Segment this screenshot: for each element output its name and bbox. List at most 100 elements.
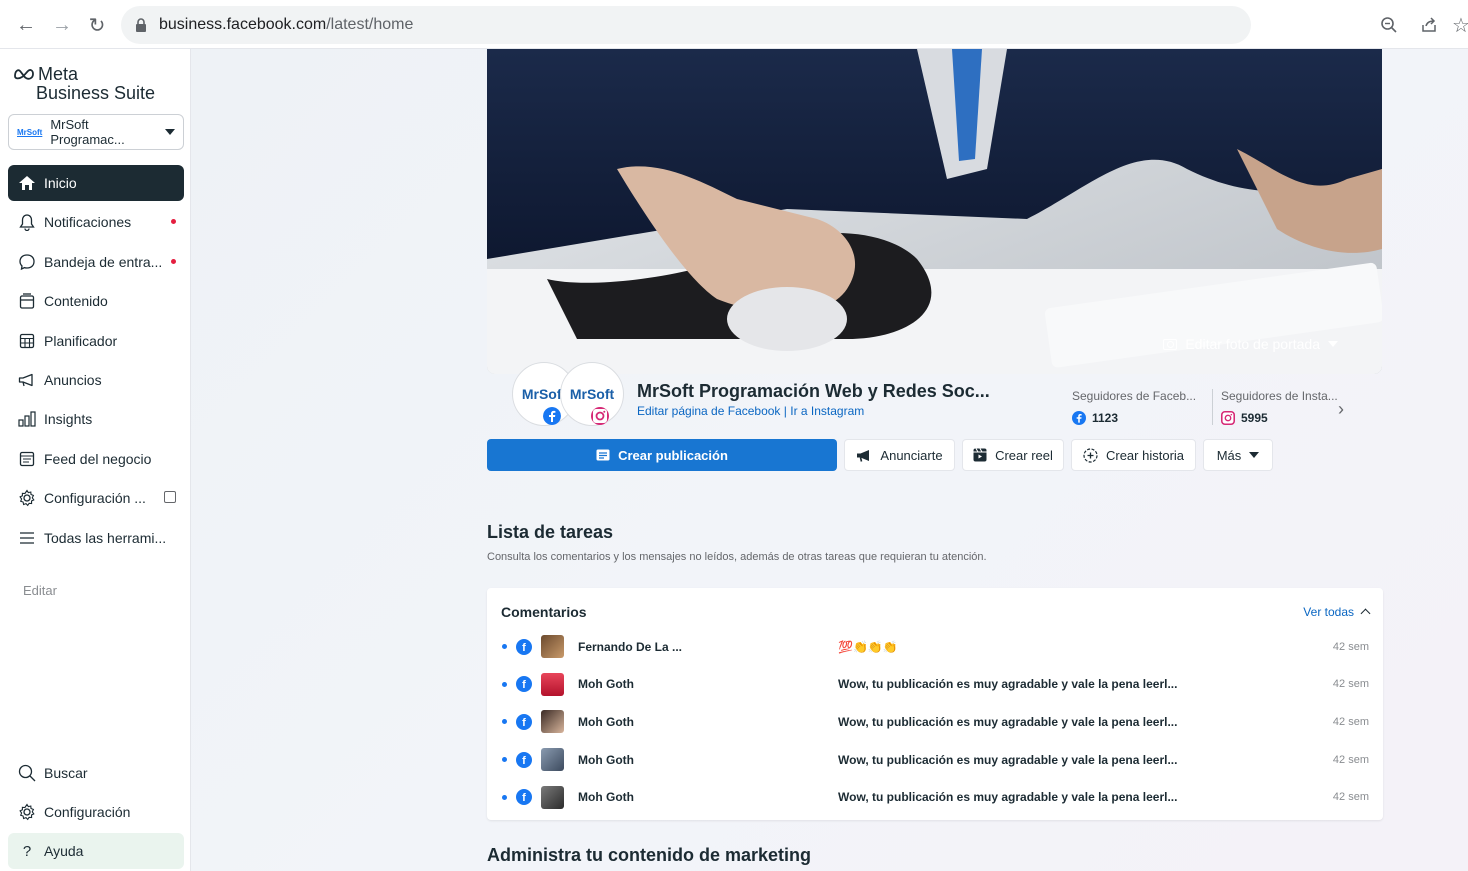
- unread-dot: [171, 258, 176, 264]
- nav-item-todas-herramientas[interactable]: Todas las herrami...: [8, 520, 184, 556]
- button-label: Anunciarte: [880, 447, 943, 463]
- nav-label: Bandeja de entra...: [44, 253, 163, 270]
- help-icon: ?: [22, 842, 32, 860]
- avatar: [541, 710, 564, 734]
- chevron-up-icon: [1360, 608, 1371, 619]
- comment-time: 42 sem: [1332, 753, 1369, 766]
- nav-item-bandeja[interactable]: Bandeja de entra...: [8, 244, 184, 280]
- megaphone-icon: [857, 449, 870, 462]
- reel-icon: [973, 448, 987, 462]
- more-button[interactable]: Más: [1203, 439, 1273, 471]
- nav-label: Configuración ...: [44, 490, 146, 507]
- main-nav: Inicio Notificaciones Bandeja de entra..…: [8, 165, 184, 559]
- unread-dot: [171, 219, 176, 225]
- content-icon: [18, 292, 36, 310]
- share-icon[interactable]: [1412, 8, 1446, 42]
- account-selector[interactable]: MrSoft MrSoft Programac...: [8, 114, 184, 150]
- zoom-icon[interactable]: [1372, 8, 1406, 42]
- create-story-button[interactable]: Crear historia: [1071, 439, 1196, 471]
- comment-row[interactable]: f Fernando De La ... 💯👏👏👏 42 sem: [487, 628, 1383, 666]
- nav-label: Todas las herrami...: [44, 529, 167, 546]
- forward-arrow-icon[interactable]: →: [45, 8, 79, 42]
- comments-title: Comentarios: [501, 604, 587, 620]
- sidebar: Meta Business Suite MrSoft MrSoft Progra…: [0, 49, 191, 871]
- button-label: Crear historia: [1105, 447, 1185, 463]
- unread-dot: [502, 681, 507, 687]
- facebook-icon: f: [516, 713, 532, 730]
- button-label: Crear reel: [995, 447, 1053, 463]
- cover-photo: Editar foto de portada: [487, 49, 1382, 374]
- nav-item-feed[interactable]: Feed del negocio: [8, 441, 184, 477]
- see-all-label: Ver todas: [1303, 605, 1354, 619]
- gear-icon: [18, 489, 36, 507]
- facebook-followers-stat: Seguidores de Faceb... 1123: [1072, 389, 1196, 425]
- megaphone-icon: [18, 371, 36, 389]
- avatar-text: MrSoft: [521, 386, 567, 402]
- go-to-instagram-link[interactable]: Ir a Instagram: [790, 404, 864, 418]
- nav-label: Feed del negocio: [44, 450, 152, 467]
- bottom-nav: Buscar Configuración ? Ayuda: [8, 755, 184, 871]
- comment-text: Wow, tu publicación es muy agradable y v…: [838, 752, 1178, 767]
- chat-bubble-icon: [18, 253, 36, 271]
- nav-label: Inicio: [44, 175, 77, 191]
- nav-item-contenido[interactable]: Contenido: [8, 283, 184, 319]
- create-post-button[interactable]: Crear publicación: [487, 439, 837, 471]
- logo-suite-text: Business Suite: [36, 83, 156, 103]
- create-reel-button[interactable]: Crear reel: [962, 439, 1064, 471]
- nav-item-buscar[interactable]: Buscar: [8, 755, 184, 791]
- unread-dot: [502, 757, 507, 763]
- advertise-button[interactable]: Anunciarte: [844, 439, 955, 471]
- meta-business-suite-logo[interactable]: Meta Business Suite: [13, 65, 155, 103]
- unread-dot: [502, 794, 507, 800]
- facebook-icon: f: [516, 789, 532, 806]
- nav-item-notificaciones[interactable]: Notificaciones: [8, 204, 184, 240]
- comment-author: Moh Goth: [578, 752, 634, 767]
- nav-item-planificador[interactable]: Planificador: [8, 323, 184, 359]
- edit-nav-link[interactable]: Editar: [23, 583, 57, 598]
- nav-label: Insights: [44, 411, 93, 428]
- button-label: Crear publicación: [618, 447, 728, 463]
- bell-icon: [18, 213, 36, 232]
- camera-icon: [1163, 338, 1178, 350]
- comment-time: 42 sem: [1332, 640, 1369, 653]
- stat-label: Seguidores de Insta...: [1221, 389, 1338, 403]
- nav-label: Contenido: [44, 293, 108, 310]
- page-profile-row: MrSoft MrSoft MrSoft Programación Web y …: [487, 363, 1382, 429]
- stat-value: 1123: [1092, 411, 1119, 425]
- main-content: Editar foto de portada MrSoft MrSoft MrS…: [191, 49, 1468, 871]
- instagram-icon: [1221, 411, 1235, 425]
- comment-text: Wow, tu publicación es muy agradable y v…: [838, 677, 1178, 692]
- search-icon: [18, 764, 36, 782]
- back-arrow-icon[interactable]: ←: [9, 8, 43, 42]
- edit-cover-button[interactable]: Editar foto de portada: [1163, 336, 1338, 352]
- see-all-link[interactable]: Ver todas: [1303, 605, 1371, 619]
- menu-icon: [18, 529, 36, 547]
- address-bar[interactable]: business.facebook.com/latest/home: [121, 6, 1251, 44]
- nav-item-ayuda[interactable]: ? Ayuda: [8, 833, 184, 869]
- chevron-right-icon[interactable]: ›: [1338, 399, 1344, 420]
- nav-item-insights[interactable]: Insights: [8, 401, 184, 437]
- bookmark-star-icon[interactable]: ☆: [1452, 8, 1468, 42]
- avatar: [541, 635, 564, 659]
- feed-icon: [18, 450, 36, 468]
- facebook-icon: f: [516, 638, 532, 655]
- nav-item-configuracion-externa[interactable]: Configuración ...: [8, 480, 184, 516]
- nav-item-configuracion[interactable]: Configuración: [8, 794, 184, 830]
- comment-row[interactable]: f Moh Goth Wow, tu publicación es muy ag…: [487, 703, 1383, 741]
- facebook-icon: [1072, 411, 1086, 425]
- comment-row[interactable]: f Moh Goth Wow, tu publicación es muy ag…: [487, 741, 1383, 779]
- page-actions: Crear publicación Anunciarte Crear reel …: [487, 439, 1273, 471]
- gear-icon: [18, 803, 36, 821]
- nav-item-inicio[interactable]: Inicio: [8, 165, 184, 201]
- link-separator: |: [780, 404, 791, 418]
- comment-row[interactable]: f Moh Goth Wow, tu publicación es muy ag…: [487, 666, 1383, 704]
- comment-row[interactable]: f Moh Goth Wow, tu publicación es muy ag…: [487, 778, 1383, 816]
- nav-label: Buscar: [44, 765, 88, 781]
- comment-author: Moh Goth: [578, 714, 634, 729]
- edit-facebook-page-link[interactable]: Editar página de Facebook: [637, 404, 780, 418]
- instagram-followers-stat: Seguidores de Insta... 5995: [1212, 389, 1338, 425]
- page-links: Editar página de Facebook | Ir a Instagr…: [637, 404, 864, 418]
- reload-icon[interactable]: ↻: [80, 8, 114, 42]
- nav-item-anuncios[interactable]: Anuncios: [8, 362, 184, 398]
- instagram-avatar[interactable]: MrSoft: [561, 363, 623, 425]
